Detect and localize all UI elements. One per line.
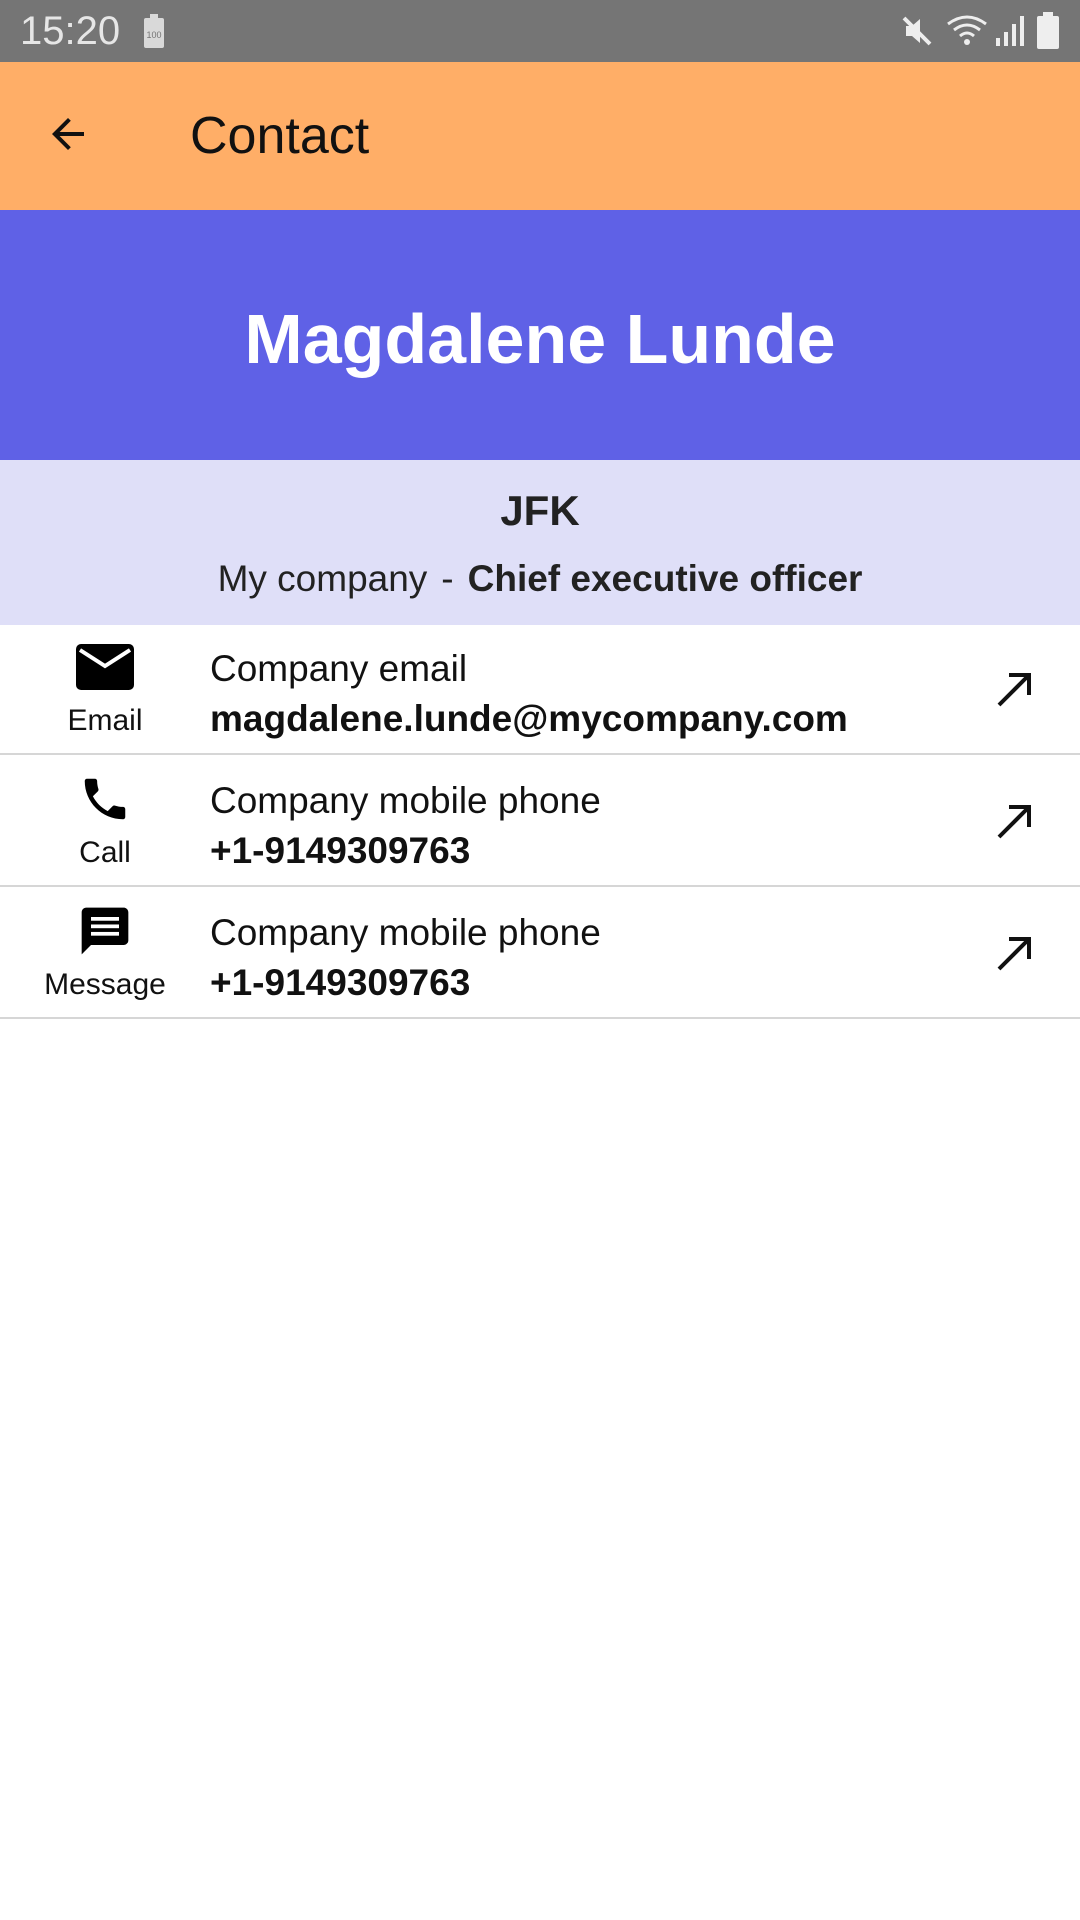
company-line: My company - Chief executive officer (0, 556, 1080, 602)
arrow-back-icon (44, 110, 92, 163)
company-name: My company (217, 558, 428, 599)
page-title: Contact (190, 107, 370, 165)
call-label: Call (79, 836, 131, 869)
email-icon (76, 643, 134, 695)
contact-name: Magdalene Lunde (244, 300, 836, 378)
email-open-button[interactable] (985, 661, 1045, 721)
call-action-row[interactable]: Call Company mobile phone +1-9149309763 (0, 757, 1080, 887)
open-external-icon (995, 801, 1035, 846)
status-time: 15:20 (20, 9, 121, 53)
app-bar: Contact (0, 62, 1080, 210)
call-title: Company mobile phone (210, 780, 601, 821)
job-title: Chief executive officer (467, 558, 863, 599)
message-label: Message (44, 968, 166, 1001)
battery-icon (1036, 12, 1060, 55)
battery-saver-icon: 100 (142, 14, 166, 55)
wifi-icon (946, 14, 988, 53)
call-value: +1-9149309763 (210, 830, 471, 871)
message-open-button[interactable] (985, 925, 1045, 985)
open-external-icon (995, 669, 1035, 714)
signal-icon (994, 14, 1026, 53)
phone-icon (78, 772, 132, 831)
back-button[interactable] (28, 96, 108, 176)
email-label: Email (67, 704, 143, 737)
contact-name-banner: Magdalene Lunde (0, 210, 1080, 460)
status-bar: 15:20 100 (0, 0, 1080, 62)
mute-icon (900, 14, 934, 53)
open-external-icon (995, 933, 1035, 978)
email-title: Company email (210, 648, 468, 689)
separator: - (441, 558, 454, 599)
contact-initials: JFK (500, 487, 580, 534)
message-title: Company mobile phone (210, 912, 601, 953)
message-action-row[interactable]: Message Company mobile phone +1-91493097… (0, 889, 1080, 1019)
email-value: magdalene.lunde@mycompany.com (210, 698, 848, 739)
message-icon (76, 903, 134, 964)
svg-text:100: 100 (146, 30, 161, 40)
message-value: +1-9149309763 (210, 962, 471, 1003)
contact-info-band: JFK My company - Chief executive officer (0, 460, 1080, 625)
call-open-button[interactable] (985, 793, 1045, 853)
email-action-row[interactable]: Email Company email magdalene.lunde@myco… (0, 625, 1080, 755)
